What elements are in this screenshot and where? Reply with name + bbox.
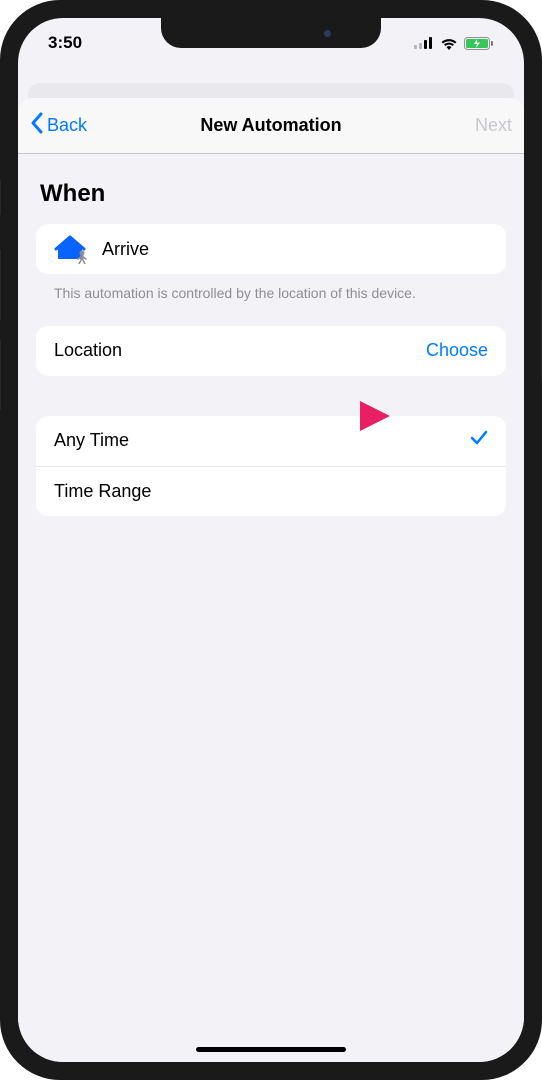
checkmark-icon [470,429,488,452]
phone-frame: 3:50 [0,0,542,1080]
battery-charging-icon [464,37,494,50]
any-time-row[interactable]: Any Time [36,416,506,466]
trigger-group: Arrive [36,224,506,274]
home-indicator[interactable] [196,1047,346,1052]
time-range-label: Time Range [54,481,488,502]
silence-switch [0,180,1,215]
volume-up-button [0,250,1,320]
time-options-group: Any Time Time Range [36,416,506,516]
status-time: 3:50 [48,33,82,53]
page-title: New Automation [200,115,341,136]
location-group: Location Choose [36,326,506,376]
back-button[interactable]: Back [30,112,110,139]
back-label: Back [47,115,87,136]
status-icons [414,37,494,50]
arrive-home-icon [54,234,88,264]
time-range-row[interactable]: Time Range [36,466,506,516]
navigation-bar: Back New Automation Next [18,98,524,154]
location-footnote: This automation is controlled by the loc… [36,274,506,326]
arrive-row[interactable]: Arrive [36,224,506,274]
screen: 3:50 [18,18,524,1062]
arrive-label: Arrive [102,239,488,260]
location-row[interactable]: Location Choose [36,326,506,376]
volume-down-button [0,340,1,410]
any-time-label: Any Time [54,430,470,451]
choose-location-action[interactable]: Choose [426,340,488,361]
when-section-title: When [36,172,506,224]
cellular-signal-icon [414,37,434,49]
notch [161,18,381,48]
chevron-left-icon [30,112,43,139]
camera-dot [324,30,331,37]
content-area: When [18,154,524,534]
next-button[interactable]: Next [432,115,512,136]
location-label: Location [54,340,426,361]
main-card: Back New Automation Next When [18,98,524,1062]
spacer [36,376,506,416]
wifi-icon [440,37,458,50]
